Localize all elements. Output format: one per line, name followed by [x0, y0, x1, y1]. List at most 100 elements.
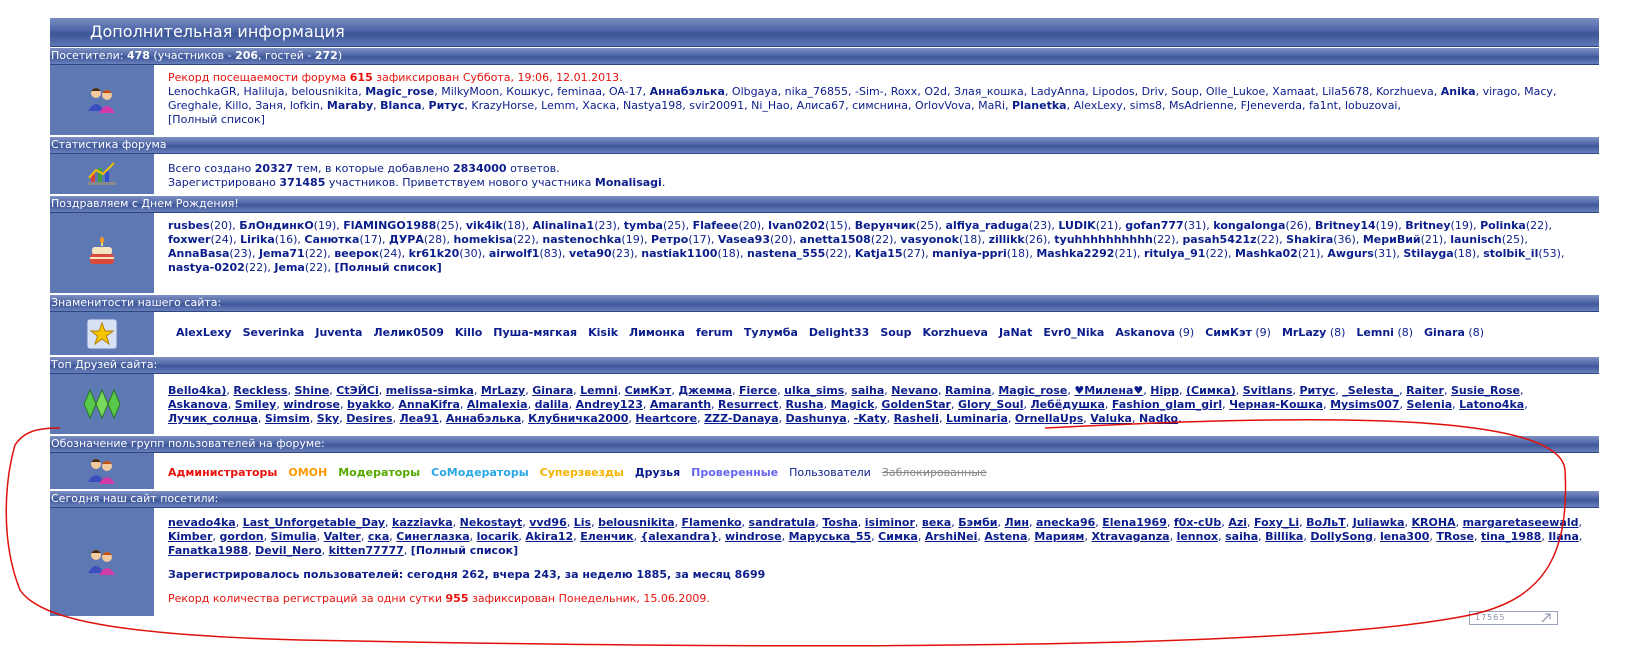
friend-link[interactable]: Glory_Soul — [958, 398, 1024, 411]
celeb-link[interactable]: Тулумба — [744, 326, 798, 339]
birthday-user-link[interactable]: launisch — [1450, 233, 1502, 246]
today-visitor-link[interactable]: Devil_Nero — [255, 544, 321, 557]
birthday-user-link[interactable]: Jema71 — [259, 247, 305, 260]
birthday-user-link[interactable]: nastenochka — [542, 233, 621, 246]
online-user-link[interactable]: sims8 — [1130, 99, 1162, 112]
online-user-link[interactable]: Greghale — [168, 99, 218, 112]
online-user-link[interactable]: fa1nt — [1309, 99, 1338, 112]
friend-link[interactable]: Andrey123 — [576, 398, 643, 411]
online-user-link[interactable]: OA-17 — [609, 85, 643, 98]
birthday-user-link[interactable]: Vasea93 — [718, 233, 770, 246]
friend-link[interactable]: Ramina — [945, 384, 991, 397]
today-visitor-link[interactable]: Мариям — [1034, 530, 1084, 543]
birthday-user-link[interactable]: kongalonga — [1213, 219, 1285, 232]
full-list-link[interactable]: [Полный список] — [168, 113, 265, 126]
birthday-user-link[interactable]: Britney — [1405, 219, 1450, 232]
today-visitor-link[interactable]: saiha — [1225, 530, 1258, 543]
celeb-link[interactable]: MrLazy — [1282, 326, 1326, 339]
online-user-link[interactable]: Magic_rose — [365, 85, 434, 98]
celeb-link[interactable]: Lemni — [1356, 326, 1394, 339]
celeb-link[interactable]: Evr0_Nika — [1043, 326, 1104, 339]
celeb-link[interactable]: Severinka — [243, 326, 305, 339]
online-user-link[interactable]: belousnikita — [291, 85, 358, 98]
birthday-user-link[interactable]: веерок — [334, 247, 379, 260]
today-visitor-link[interactable]: nevado4ka — [168, 516, 236, 529]
friend-link[interactable]: dalila — [535, 398, 569, 411]
birthday-user-link[interactable]: kr61k20 — [409, 247, 460, 260]
today-visitor-link[interactable]: Xtravaganza — [1091, 530, 1169, 543]
celeb-link[interactable]: Ginara — [1424, 326, 1465, 339]
online-user-link[interactable]: Алиса67 — [797, 99, 846, 112]
birthday-user-link[interactable]: Ivan0202 — [768, 219, 825, 232]
celeb-link[interactable]: Korzhueva — [923, 326, 988, 339]
birthday-user-link[interactable]: МериВий — [1363, 233, 1421, 246]
friend-link[interactable]: Askanova — [168, 398, 228, 411]
online-user-link[interactable]: Blanca — [380, 99, 421, 112]
today-visitor-link[interactable]: TRose — [1436, 530, 1474, 543]
birthday-user-link[interactable]: anetta1508 — [800, 233, 871, 246]
online-user-link[interactable]: Аннабэлька — [650, 85, 725, 98]
online-user-link[interactable]: симснина — [852, 99, 908, 112]
today-visitor-link[interactable]: belousnikita — [598, 516, 674, 529]
today-visitor-link[interactable]: Azi — [1228, 516, 1247, 529]
friend-link[interactable]: Svitlans — [1243, 384, 1293, 397]
today-visitor-link[interactable]: kitten77777 — [329, 544, 404, 557]
today-visitor-link[interactable]: Billika — [1265, 530, 1303, 543]
birthday-user-link[interactable]: Mashka02 — [1235, 247, 1298, 260]
friend-link[interactable]: Raiter — [1406, 384, 1444, 397]
online-user-link[interactable]: Haliluja — [244, 85, 285, 98]
friend-link[interactable]: Лебёдушка — [1031, 398, 1105, 411]
online-user-link[interactable]: Anika — [1441, 85, 1476, 98]
online-user-link[interactable]: Killo — [225, 99, 248, 112]
friend-link[interactable]: _Selesta_ — [1342, 384, 1399, 397]
today-visitor-link[interactable]: Akira12 — [525, 530, 573, 543]
online-user-link[interactable]: Xamaat — [1272, 85, 1315, 98]
today-visitor-link[interactable]: Nekostayt — [460, 516, 523, 529]
birthday-user-link[interactable]: tyuhhhhhhhhhh — [1054, 233, 1153, 246]
friend-link[interactable]: Latono4ka — [1459, 398, 1524, 411]
online-user-link[interactable]: Ритус — [429, 99, 465, 112]
friend-link[interactable]: ulka_sims — [784, 384, 844, 397]
friend-link[interactable]: Smiley — [235, 398, 277, 411]
today-visitor-link[interactable]: ска — [368, 530, 389, 543]
celeb-link[interactable]: ferum — [696, 326, 733, 339]
friend-link[interactable]: СимКэт — [625, 384, 672, 397]
online-user-link[interactable]: Soup — [1171, 85, 1199, 98]
online-user-link[interactable]: Lemm — [541, 99, 575, 112]
friend-link[interactable]: Rasheli — [894, 412, 939, 425]
newest-member-link[interactable]: Monalisagi — [595, 176, 662, 189]
birthday-user-link[interactable]: Flafeee — [693, 219, 739, 232]
friend-link[interactable]: Bello4ka) — [168, 384, 226, 397]
birthday-user-link[interactable]: Polinka — [1480, 219, 1526, 232]
friend-link[interactable]: Valuka — [1090, 412, 1132, 425]
today-visitor-link[interactable]: Ilana — [1548, 530, 1579, 543]
today-visitor-link[interactable]: Tosha — [822, 516, 857, 529]
birthday-user-link[interactable]: Stilayga — [1403, 247, 1453, 260]
today-visitor-link[interactable]: ArshiNei — [925, 530, 978, 543]
online-user-link[interactable]: Lila5678 — [1322, 85, 1369, 98]
today-visitor-link[interactable]: Simulia — [271, 530, 317, 543]
birthday-user-link[interactable]: ДУРА — [389, 233, 424, 246]
friend-link[interactable]: Lemni — [580, 384, 618, 397]
friend-link[interactable]: GoldenStar — [881, 398, 951, 411]
friend-link[interactable]: Лучик_солнца — [168, 412, 258, 425]
friend-link[interactable]: Черная-Кошка — [1229, 398, 1323, 411]
friend-link[interactable]: Reckless — [233, 384, 287, 397]
birthday-user-link[interactable]: Lirika — [240, 233, 275, 246]
online-user-link[interactable]: Заня — [255, 99, 283, 112]
birthday-user-link[interactable]: vasyonok — [900, 233, 959, 246]
friend-link[interactable]: Desires — [346, 412, 392, 425]
birthday-user-link[interactable]: Katja15 — [855, 247, 903, 260]
today-visitor-link[interactable]: Valter — [324, 530, 361, 543]
celeb-link[interactable]: Пуша-мягкая — [493, 326, 577, 339]
online-user-link[interactable]: MaRi — [978, 99, 1005, 112]
today-visitor-link[interactable]: vvd96 — [529, 516, 567, 529]
friend-link[interactable]: Magick — [831, 398, 875, 411]
friend-link[interactable]: Magic_rose — [998, 384, 1067, 397]
birthday-user-link[interactable]: homekisa — [453, 233, 512, 246]
today-visitor-link[interactable]: lennox — [1177, 530, 1219, 543]
birthday-full-list-link[interactable]: [Полный список] — [334, 261, 441, 274]
today-visitor-link[interactable]: isiminor — [865, 516, 915, 529]
online-user-link[interactable]: Кошкус — [506, 85, 550, 98]
online-user-link[interactable]: svir20091 — [689, 99, 744, 112]
